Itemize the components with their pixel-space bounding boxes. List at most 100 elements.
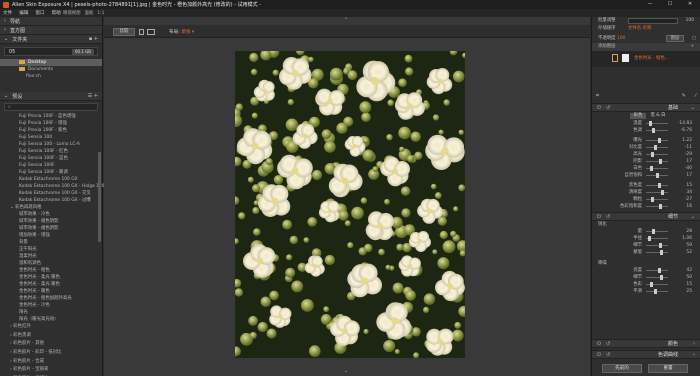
nav-section-header[interactable]: › 导航 [0, 17, 102, 26]
adjust-slider[interactable]: 温度 -14.83 [592, 120, 700, 127]
slider-track[interactable] [646, 147, 668, 148]
slider-track[interactable] [646, 185, 668, 186]
layer-row[interactable]: 金色时光 - 橙色... [592, 51, 700, 67]
slider-knob[interactable] [659, 159, 662, 164]
preset-item[interactable]: Fuji Provia 100F - 紫色 [0, 127, 102, 134]
preset-item[interactable]: Kodak Ektachrome 100 GX - 交叉 [0, 190, 102, 197]
slider-knob[interactable] [648, 236, 651, 241]
preset-category[interactable]: › 彩色黑调 [0, 332, 102, 341]
adjust-slider[interactable]: 色彩 15 [592, 281, 700, 288]
preset-category[interactable]: › 彩色胶片 - 合成 [0, 358, 102, 367]
preset-item[interactable]: 阳光 [0, 309, 102, 316]
slider-track[interactable] [646, 291, 668, 292]
slider-value[interactable]: -29 [672, 151, 692, 158]
reset-icon[interactable]: ↺ [606, 340, 610, 348]
adjust-slider[interactable]: 颗粒 -27 [592, 196, 700, 203]
slider-track[interactable] [646, 270, 668, 271]
preset-item[interactable]: 温和有调色 [0, 260, 102, 267]
preset-category[interactable]: › 彩色胶片 - 彩印 - 低对比 [0, 349, 102, 358]
slider-track[interactable] [646, 140, 668, 141]
preset-item[interactable]: 金色时光 - 橙色 [0, 267, 102, 274]
opacity-value[interactable]: 100 [617, 36, 625, 41]
slider-knob[interactable] [650, 166, 653, 171]
slider-knob[interactable] [652, 128, 655, 133]
batch-slider[interactable] [628, 18, 678, 24]
presets-section-header[interactable]: ⌄ 预设 ☰ + [0, 92, 102, 101]
slider-knob[interactable] [652, 229, 655, 234]
preset-item[interactable]: 城市效果 - 褪色阴影 [0, 218, 102, 225]
preset-item[interactable]: 温柔时光 [0, 253, 102, 260]
slider-value[interactable]: 42 [672, 267, 692, 274]
histogram-section-header[interactable]: › 直方图 [0, 26, 102, 35]
slider-value[interactable]: 15 [672, 281, 692, 288]
preset-item[interactable]: 金色时光 - 柔光 暖色 [0, 274, 102, 281]
compare-mode-button[interactable]: 比较 [113, 28, 135, 36]
reset-icon[interactable]: ↺ [606, 351, 610, 359]
crop-icon[interactable]: ⌗ [596, 93, 599, 99]
single-view-icon[interactable] [139, 29, 144, 35]
slider-knob[interactable] [658, 268, 661, 273]
adjust-slider[interactable]: 曝光 1.22 [592, 137, 700, 144]
preset-item[interactable]: 背景 [0, 239, 102, 246]
sort-value[interactable]: 文件名 名称 [628, 25, 651, 32]
slider-track[interactable] [646, 199, 668, 200]
eraser-icon[interactable]: ⁄ [695, 93, 696, 99]
add-layer-row[interactable]: 添加图层 + [592, 43, 700, 51]
slider-track[interactable] [646, 245, 668, 246]
preset-item[interactable]: 金色时光 - 柔光 暖色 [0, 281, 102, 288]
photo-canvas[interactable] [235, 51, 465, 358]
menu-file[interactable]: 文件 [3, 10, 12, 16]
preset-group-header[interactable]: ⌄ 彩色再现风格 [0, 204, 102, 211]
folder-item-desktop[interactable]: Desktop [0, 59, 102, 66]
preset-item[interactable]: 金色时光 - 冷色 [0, 302, 102, 309]
slider-knob[interactable] [661, 190, 664, 195]
slider-value[interactable]: 1.22 [672, 137, 692, 144]
reset-icon[interactable]: ↺ [606, 104, 610, 112]
menu-window[interactable]: 窗口 [35, 10, 44, 16]
slider-value[interactable]: -11 [672, 144, 692, 151]
slider-knob[interactable] [659, 243, 662, 248]
menu-edit[interactable]: 编辑 [19, 10, 28, 16]
slider-value[interactable]: 28 [672, 228, 692, 235]
adjust-slider[interactable]: 白色 -40 [592, 165, 700, 172]
slider-value[interactable]: 1.06 [672, 235, 692, 242]
view-glasses-button[interactable]: 眼镜视图 [63, 10, 81, 16]
preset-item[interactable]: Fuji Provia 100F - 增强 [0, 120, 102, 127]
slider-track[interactable] [646, 206, 668, 207]
preset-item[interactable]: Kodak Ektachrome 100 GX - Holga 120 [0, 183, 104, 190]
plus-icon[interactable]: + [690, 43, 694, 50]
folder-item-fine[interactable]: fine:ch [0, 73, 102, 80]
power-icon[interactable]: ⏻ [597, 213, 601, 221]
slider-knob[interactable] [650, 282, 653, 287]
layers-button[interactable]: 图层 [666, 35, 684, 42]
curves-section-header[interactable]: ⏻ ↺ 色调曲线 › [592, 350, 700, 359]
previous-button[interactable]: 先前的 [602, 364, 642, 373]
path-bar[interactable]: 05 00.1 GB [4, 47, 98, 56]
slider-knob[interactable] [654, 145, 657, 150]
folder-item-documents[interactable]: Documents [0, 66, 102, 73]
slider-knob[interactable] [654, 289, 657, 294]
reset-icon[interactable]: ↺ [606, 213, 610, 221]
detail-section-header[interactable]: ⏻ ↺ 细节 ⌄ [592, 212, 700, 221]
preset-item[interactable]: 城市效果 - 冷色 [0, 211, 102, 218]
adjust-slider[interactable]: 半径 1.06 [592, 235, 700, 242]
preset-item[interactable]: 城市效果 - 褪色阴影 [0, 225, 102, 232]
slider-track[interactable] [646, 154, 668, 155]
preset-item[interactable]: 正午阳光 [0, 246, 102, 253]
power-icon[interactable]: ⏻ [597, 104, 601, 112]
preset-item[interactable]: Kodak Ektachrome 100 GX [0, 176, 102, 183]
slider-value[interactable]: 59 [672, 242, 692, 249]
maximize-button[interactable]: ☐ [660, 0, 680, 9]
adjust-slider[interactable]: 细节 50 [592, 274, 700, 281]
adjust-slider[interactable]: 黑色度 15 [592, 182, 700, 189]
preset-item[interactable]: Fuji Sensia 100F [0, 162, 102, 169]
slider-value[interactable]: 52 [672, 249, 692, 256]
brush-icon[interactable]: ✎ [682, 93, 686, 99]
adjust-slider[interactable]: 细节 59 [592, 242, 700, 249]
slider-knob[interactable] [651, 197, 654, 202]
power-icon[interactable]: ⏻ [597, 351, 601, 359]
adjust-slider[interactable]: 对比度 -11 [592, 144, 700, 151]
adjust-slider[interactable]: 清晰度 34 [592, 189, 700, 196]
slider-track[interactable] [646, 252, 668, 253]
preset-add-icon[interactable]: ☰ + [88, 93, 98, 99]
